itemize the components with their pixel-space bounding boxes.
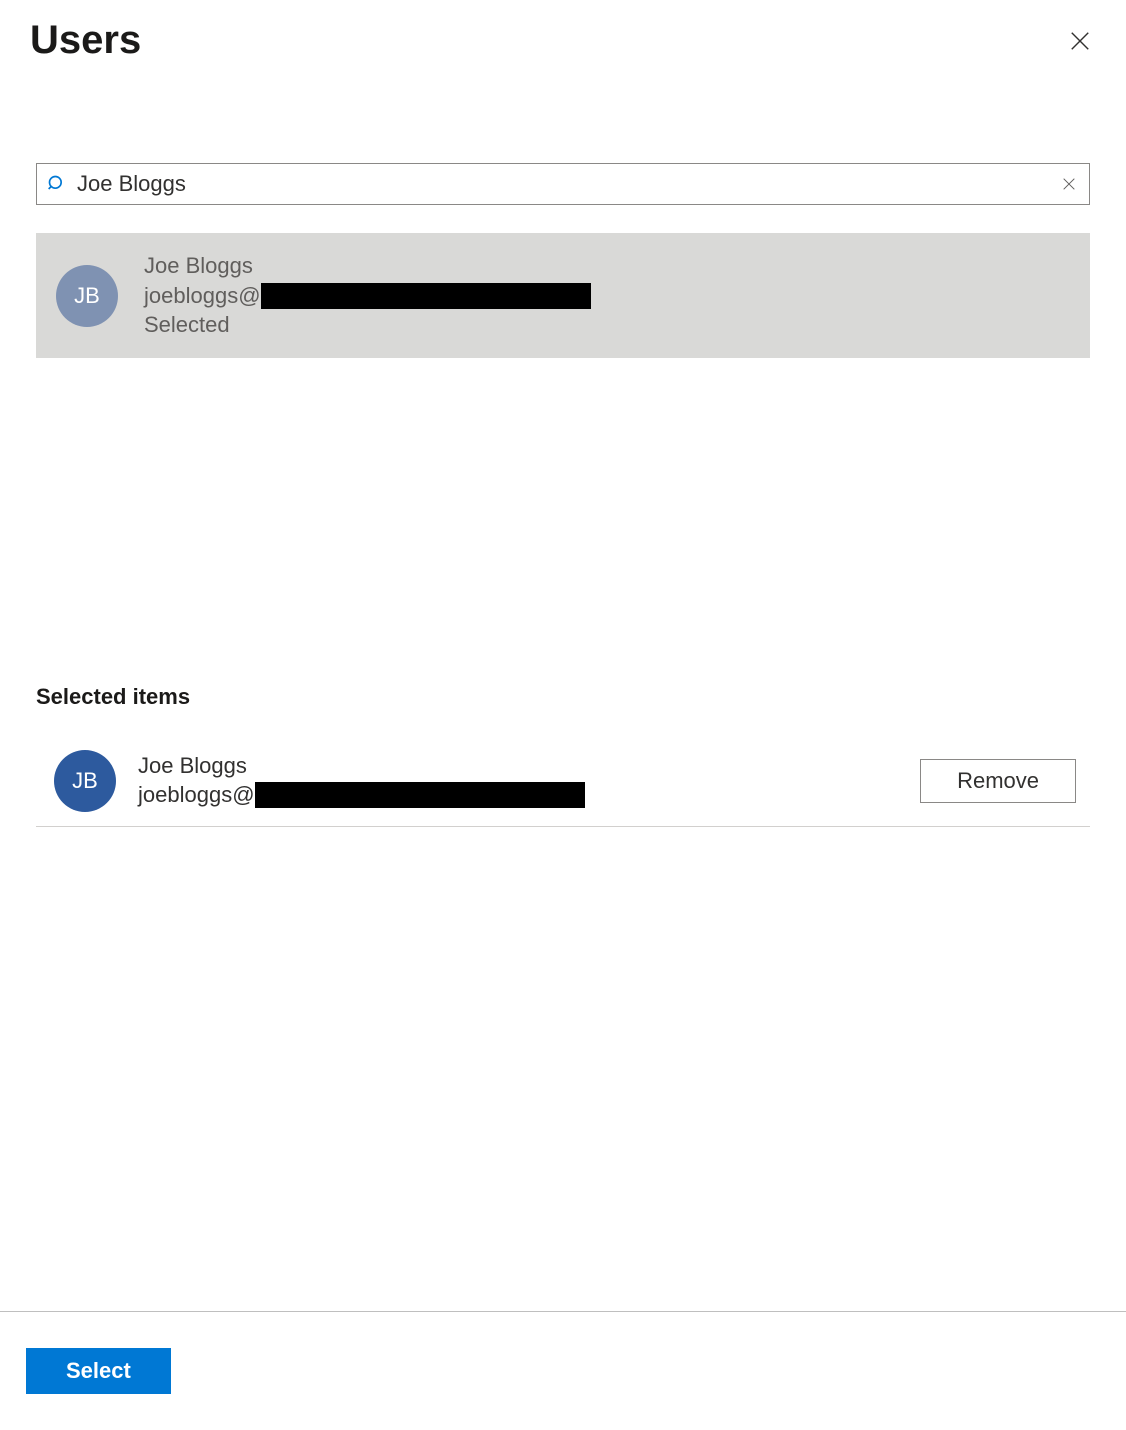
selected-email-prefix: joebloggs@ [138,781,255,810]
close-button[interactable] [1064,25,1096,57]
search-container [36,163,1090,205]
selected-section: Selected items JB Joe Bloggs joebloggs@ … [36,684,1090,827]
selected-item-email: joebloggs@ [138,781,920,810]
result-item[interactable]: JB Joe Bloggs joebloggs@ Selected [36,233,1090,358]
result-status: Selected [144,310,1070,340]
selected-item-name: Joe Bloggs [138,752,920,781]
close-icon [1069,30,1091,52]
redacted-email-domain [255,782,585,808]
clear-search-button[interactable] [1053,168,1085,200]
select-button[interactable]: Select [26,1348,171,1394]
selected-items-header: Selected items [36,684,1090,710]
footer: Select [0,1311,1126,1430]
redacted-email-domain [261,283,591,309]
avatar: JB [54,750,116,812]
result-email-prefix: joebloggs@ [144,281,261,311]
search-input[interactable] [67,165,1053,203]
panel-title: Users [30,18,141,63]
clear-icon [1061,176,1077,192]
selected-item-details: Joe Bloggs joebloggs@ [138,752,920,809]
remove-button[interactable]: Remove [920,759,1076,803]
result-email: joebloggs@ [144,281,1070,311]
search-results: JB Joe Bloggs joebloggs@ Selected [36,233,1090,358]
selected-item: JB Joe Bloggs joebloggs@ Remove [36,744,1090,827]
avatar: JB [56,265,118,327]
result-name: Joe Bloggs [144,251,1070,281]
avatar-initials: JB [74,283,100,309]
avatar-initials: JB [72,768,98,794]
result-details: Joe Bloggs joebloggs@ Selected [144,251,1070,340]
search-icon [47,174,67,194]
